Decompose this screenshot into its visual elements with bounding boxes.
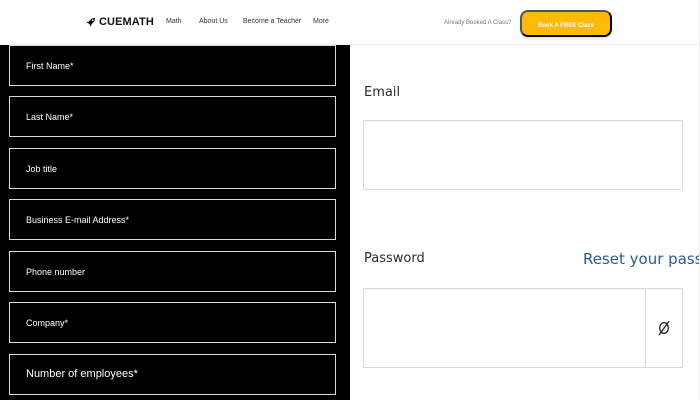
nav-link-become-a-teacher[interactable]: Become a Teacher [243, 17, 301, 27]
business-email-label: Business E-mail Address* [26, 215, 130, 225]
password-input[interactable] [364, 289, 647, 367]
book-free-class-button[interactable]: Book A FREE Class [520, 10, 612, 37]
business-email-field[interactable]: Business E-mail Address* [9, 199, 336, 240]
eye-slash-icon [656, 319, 672, 337]
login-page: CUEMATH Math About Us Become a Teacher M… [0, 0, 700, 400]
first-name-field[interactable]: First Name* [9, 45, 336, 86]
password-input-group [363, 288, 683, 368]
company-field[interactable]: Company* [9, 302, 336, 343]
cuemath-logo[interactable]: CUEMATH [86, 15, 154, 29]
reset-password-link[interactable]: Reset your password? [583, 250, 700, 268]
number-of-employees-label: Number of employees* [26, 368, 138, 380]
job-title-label: Job title [26, 164, 58, 174]
nav-link-more[interactable]: More [313, 17, 329, 27]
email-label: Email [364, 85, 401, 100]
already-booked-text: Already Booked A Class? [444, 20, 512, 26]
last-name-label: Last Name* [26, 112, 74, 122]
login-panel: Email Password Reset your password? [350, 45, 700, 400]
phone-number-label: Phone number [26, 267, 86, 277]
password-label: Password [364, 251, 425, 266]
top-navigation: CUEMATH Math About Us Become a Teacher M… [0, 0, 700, 45]
first-name-label: First Name* [26, 61, 74, 71]
nav-link-about-us[interactable]: About Us [199, 17, 228, 27]
company-label: Company* [26, 318, 69, 328]
logo-text: CUEMATH [99, 16, 154, 28]
contact-form: First Name* Last Name* Job title Busines… [0, 45, 350, 400]
job-title-field[interactable]: Job title [9, 148, 336, 189]
show-password-toggle[interactable] [645, 289, 682, 367]
number-of-employees-field[interactable]: Number of employees* [9, 354, 336, 395]
email-input[interactable] [363, 120, 683, 190]
nav-link-math[interactable]: Math [166, 17, 182, 27]
last-name-field[interactable]: Last Name* [9, 96, 336, 137]
phone-number-field[interactable]: Phone number [9, 251, 336, 292]
rocket-icon [86, 17, 96, 27]
